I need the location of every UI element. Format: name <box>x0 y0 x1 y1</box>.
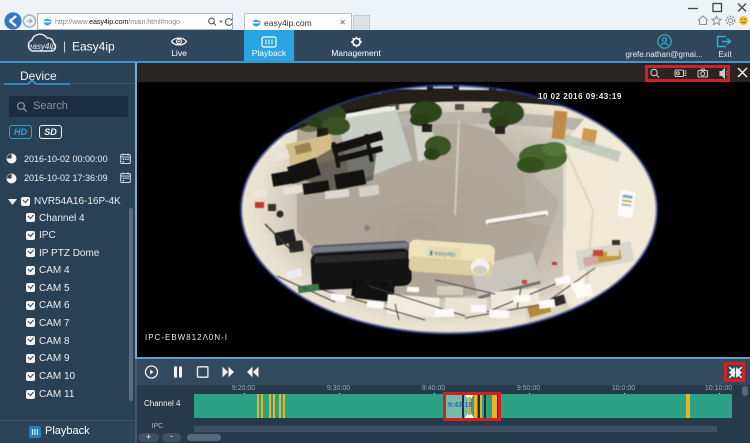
svg-text:Easy4ip: Easy4ip <box>72 40 115 54</box>
svg-text:|: | <box>63 39 66 53</box>
svg-text:easy4ip: easy4ip <box>28 42 56 51</box>
